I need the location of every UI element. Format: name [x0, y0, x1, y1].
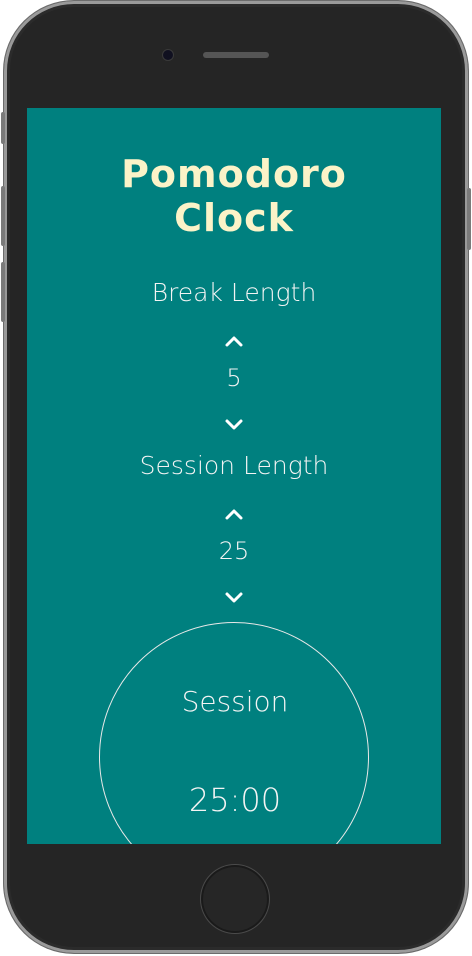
break-decrement-icon[interactable] — [224, 418, 244, 432]
mute-switch — [1, 112, 5, 144]
break-increment-icon[interactable] — [224, 334, 244, 348]
session-increment-icon[interactable] — [224, 507, 244, 521]
app-screen: Pomodoro Clock Break Length 5 Session Le… — [27, 108, 441, 844]
session-length-value: 25 — [218, 537, 250, 565]
home-button[interactable] — [203, 867, 267, 931]
break-length-value: 5 — [226, 364, 242, 392]
break-length-label: Break Length — [151, 278, 317, 307]
app-title: Pomodoro Clock — [121, 152, 347, 240]
front-camera — [163, 50, 173, 60]
volume-up-button — [1, 186, 5, 246]
timer-circle[interactable]: Session 25:00 — [99, 622, 369, 844]
timer-label: Session — [181, 685, 289, 718]
power-button — [467, 188, 471, 250]
earpiece-speaker — [203, 52, 269, 58]
session-decrement-icon[interactable] — [224, 591, 244, 605]
timer-time: 25:00 — [188, 781, 282, 819]
volume-down-button — [1, 262, 5, 322]
session-length-label: Session Length — [139, 451, 329, 480]
